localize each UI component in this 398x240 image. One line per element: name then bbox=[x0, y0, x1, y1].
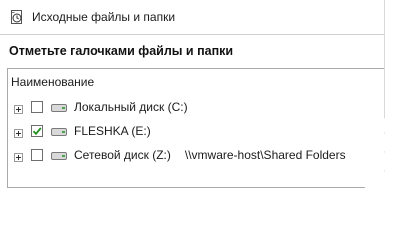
tree-row-checkbox-checked[interactable] bbox=[31, 125, 43, 137]
restore-clock-icon bbox=[9, 9, 25, 25]
section-heading: Отметьте галочками файлы и папки bbox=[9, 44, 234, 58]
title-divider bbox=[0, 34, 384, 35]
expand-plus-icon[interactable] bbox=[14, 151, 23, 162]
window-title: Исходные файлы и папки bbox=[32, 10, 176, 24]
tree-row-label: FLESHKA (E:) bbox=[74, 124, 151, 138]
dialog-window: Исходные файлы и папки Отметьте галочкам… bbox=[0, 0, 385, 190]
tree-row-network-disk[interactable]: Сетевой диск (Z:) \\vmware-host\Shared F… bbox=[8, 144, 346, 166]
screenshot-stage: Исходные файлы и папки Отметьте галочкам… bbox=[0, 0, 398, 202]
expand-plus-icon[interactable] bbox=[14, 103, 23, 114]
network-drive-icon bbox=[51, 150, 67, 160]
column-header-name[interactable]: Наименование bbox=[11, 75, 94, 89]
tree-row-checkbox[interactable] bbox=[31, 101, 43, 113]
file-tree-panel[interactable]: Наименование Локальный диск (C:) FLESHKA… bbox=[7, 68, 384, 188]
usb-drive-icon bbox=[51, 126, 67, 136]
title-bar: Исходные файлы и папки bbox=[0, 0, 384, 34]
tree-row-checkbox[interactable] bbox=[31, 149, 43, 161]
expand-plus-icon[interactable] bbox=[14, 127, 23, 138]
tree-row-local-disk[interactable]: Локальный диск (C:) bbox=[8, 96, 188, 118]
tree-row-path: \\vmware-host\Shared Folders bbox=[184, 148, 346, 162]
tree-row-label: Сетевой диск (Z:) bbox=[74, 148, 171, 162]
tree-row-fleshka[interactable]: FLESHKA (E:) bbox=[8, 120, 151, 142]
checkmark-icon bbox=[32, 127, 42, 136]
tree-row-label: Локальный диск (C:) bbox=[74, 100, 188, 114]
hard-drive-icon bbox=[51, 102, 67, 112]
